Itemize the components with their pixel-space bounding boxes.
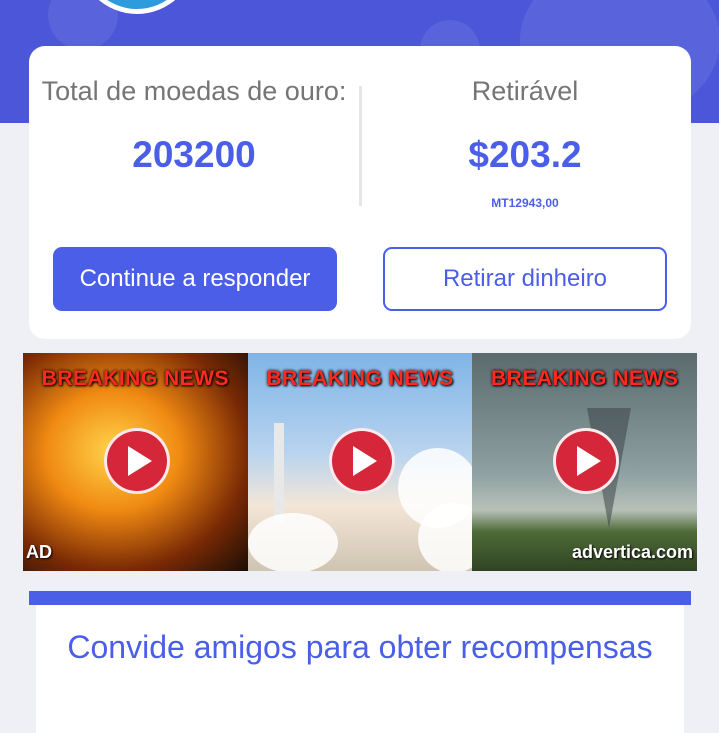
play-icon[interactable] <box>553 428 620 494</box>
smoke-cloud <box>247 513 338 571</box>
decor-bubble <box>48 0 118 50</box>
invite-title: Convide amigos para obter recompensas <box>67 629 653 665</box>
play-icon[interactable] <box>104 428 170 494</box>
withdraw-money-button[interactable]: Retirar dinheiro <box>383 247 667 311</box>
continue-answering-button[interactable]: Continue a responder <box>53 247 337 311</box>
total-coins-value: 203200 <box>132 134 256 175</box>
play-icon[interactable] <box>328 428 395 494</box>
withdrawable-value: $203.2 <box>468 134 582 175</box>
withdrawable-label: Retirável <box>471 76 579 106</box>
ad-tag: AD <box>26 542 52 562</box>
ad-headline: BREAKING NEWS <box>266 367 454 390</box>
total-coins-label: Total de moedas de ouro: <box>41 76 347 106</box>
ad-tile-rocket[interactable]: BREAKING NEWS <box>247 353 473 571</box>
column-divider <box>359 86 362 206</box>
invite-section-bar <box>29 591 691 605</box>
invite-section: Convide amigos para obter recompensas <box>36 605 684 733</box>
ad-tile-fire[interactable]: BREAKING NEWS AD <box>23 353 248 571</box>
ad-headline: BREAKING NEWS <box>41 367 229 390</box>
wallet-card: Total de moedas de ouro: 203200 Retiráve… <box>29 46 691 339</box>
ad-banner[interactable]: BREAKING NEWS AD BREAKING NEWS BREAKING … <box>23 353 698 571</box>
ad-brand: advertica.com <box>571 542 694 562</box>
rocket-shape <box>273 423 284 523</box>
ad-headline: BREAKING NEWS <box>491 367 679 390</box>
ad-tile-tornado[interactable]: BREAKING NEWS advertica.com <box>472 353 698 571</box>
local-currency-value: MT12943,00 <box>491 196 559 210</box>
